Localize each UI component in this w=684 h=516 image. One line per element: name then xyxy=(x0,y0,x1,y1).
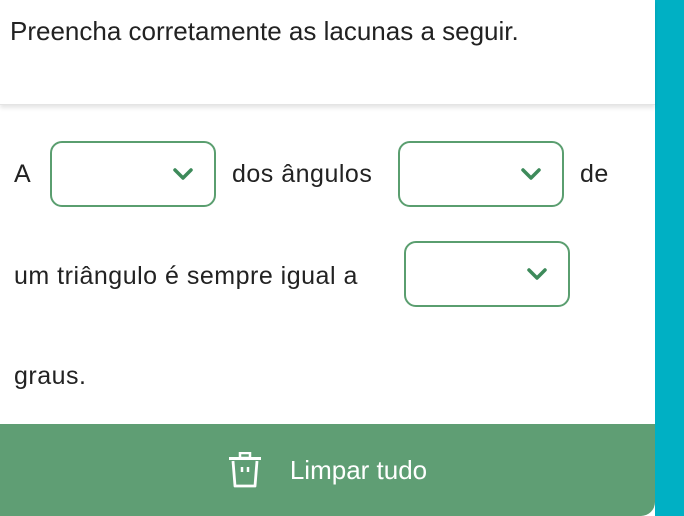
chevron-down-icon xyxy=(521,168,541,180)
instruction-text: Preencha corretamente as lacunas a segui… xyxy=(10,16,519,46)
blank-dropdown-1[interactable] xyxy=(50,141,216,207)
chevron-down-icon xyxy=(173,168,193,180)
sentence-part-4: um triângulo é sempre igual a xyxy=(14,262,358,290)
sentence-part-1: A xyxy=(14,160,32,188)
blank-dropdown-2[interactable] xyxy=(398,141,564,207)
sentence-part-5: graus. xyxy=(14,362,87,390)
chevron-down-icon xyxy=(527,268,547,280)
instruction-header: Preencha corretamente as lacunas a segui… xyxy=(0,0,655,105)
blank-dropdown-3[interactable] xyxy=(404,241,570,307)
right-side-rail xyxy=(655,0,684,516)
clear-all-button[interactable]: Limpar tudo xyxy=(0,424,655,516)
trash-icon xyxy=(228,452,261,488)
sentence-part-3: de xyxy=(580,160,609,188)
clear-all-label: Limpar tudo xyxy=(289,454,428,485)
sentence-part-2: dos ângulos xyxy=(232,160,373,188)
